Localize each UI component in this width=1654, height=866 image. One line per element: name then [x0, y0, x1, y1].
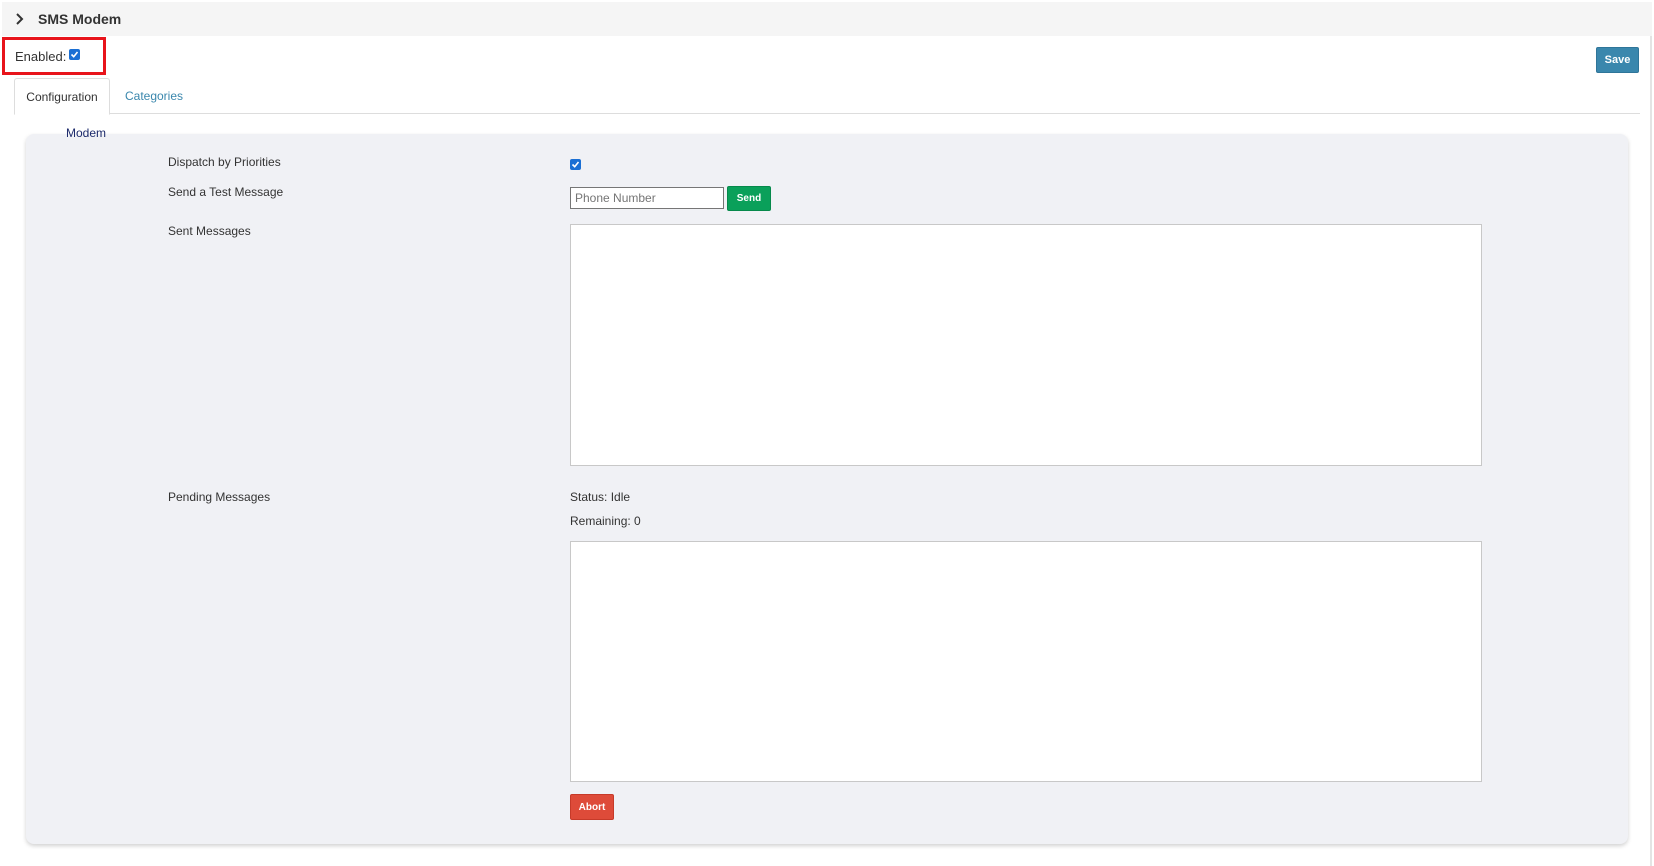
sent-messages-label: Sent Messages	[168, 224, 251, 238]
phone-number-input[interactable]	[570, 187, 724, 209]
status-text: Status: Idle	[570, 490, 631, 504]
panel-header[interactable]: SMS Modem	[2, 2, 1652, 36]
pending-messages-textarea[interactable]	[570, 541, 1482, 782]
dispatch-checkbox[interactable]	[570, 159, 581, 170]
save-button[interactable]: Save	[1596, 47, 1639, 73]
scrollbar-edge	[1650, 36, 1652, 866]
fieldset-legend: Modem	[66, 126, 107, 140]
remaining-text: Remaining: 0	[570, 514, 641, 528]
page-title: SMS Modem	[38, 11, 122, 27]
abort-button[interactable]: Abort	[570, 794, 614, 820]
test-message-label: Send a Test Message	[168, 185, 284, 199]
tab-bar: Configuration Categories	[14, 78, 1640, 115]
chevron-right-icon[interactable]	[12, 11, 28, 27]
pending-messages-label: Pending Messages	[168, 490, 271, 504]
tab-configuration[interactable]: Configuration	[14, 78, 110, 115]
enabled-toggle: Enabled:	[2, 37, 106, 75]
sent-messages-textarea[interactable]	[570, 224, 1482, 466]
dispatch-label: Dispatch by Priorities	[168, 155, 281, 169]
enabled-label: Enabled:	[15, 48, 67, 64]
enabled-checkbox[interactable]	[69, 48, 81, 60]
tab-categories[interactable]: Categories	[110, 78, 198, 114]
sms-modem-window: SMS Modem Enabled: Save Configuration Ca…	[0, 0, 1654, 866]
send-button[interactable]: Send	[727, 186, 771, 211]
